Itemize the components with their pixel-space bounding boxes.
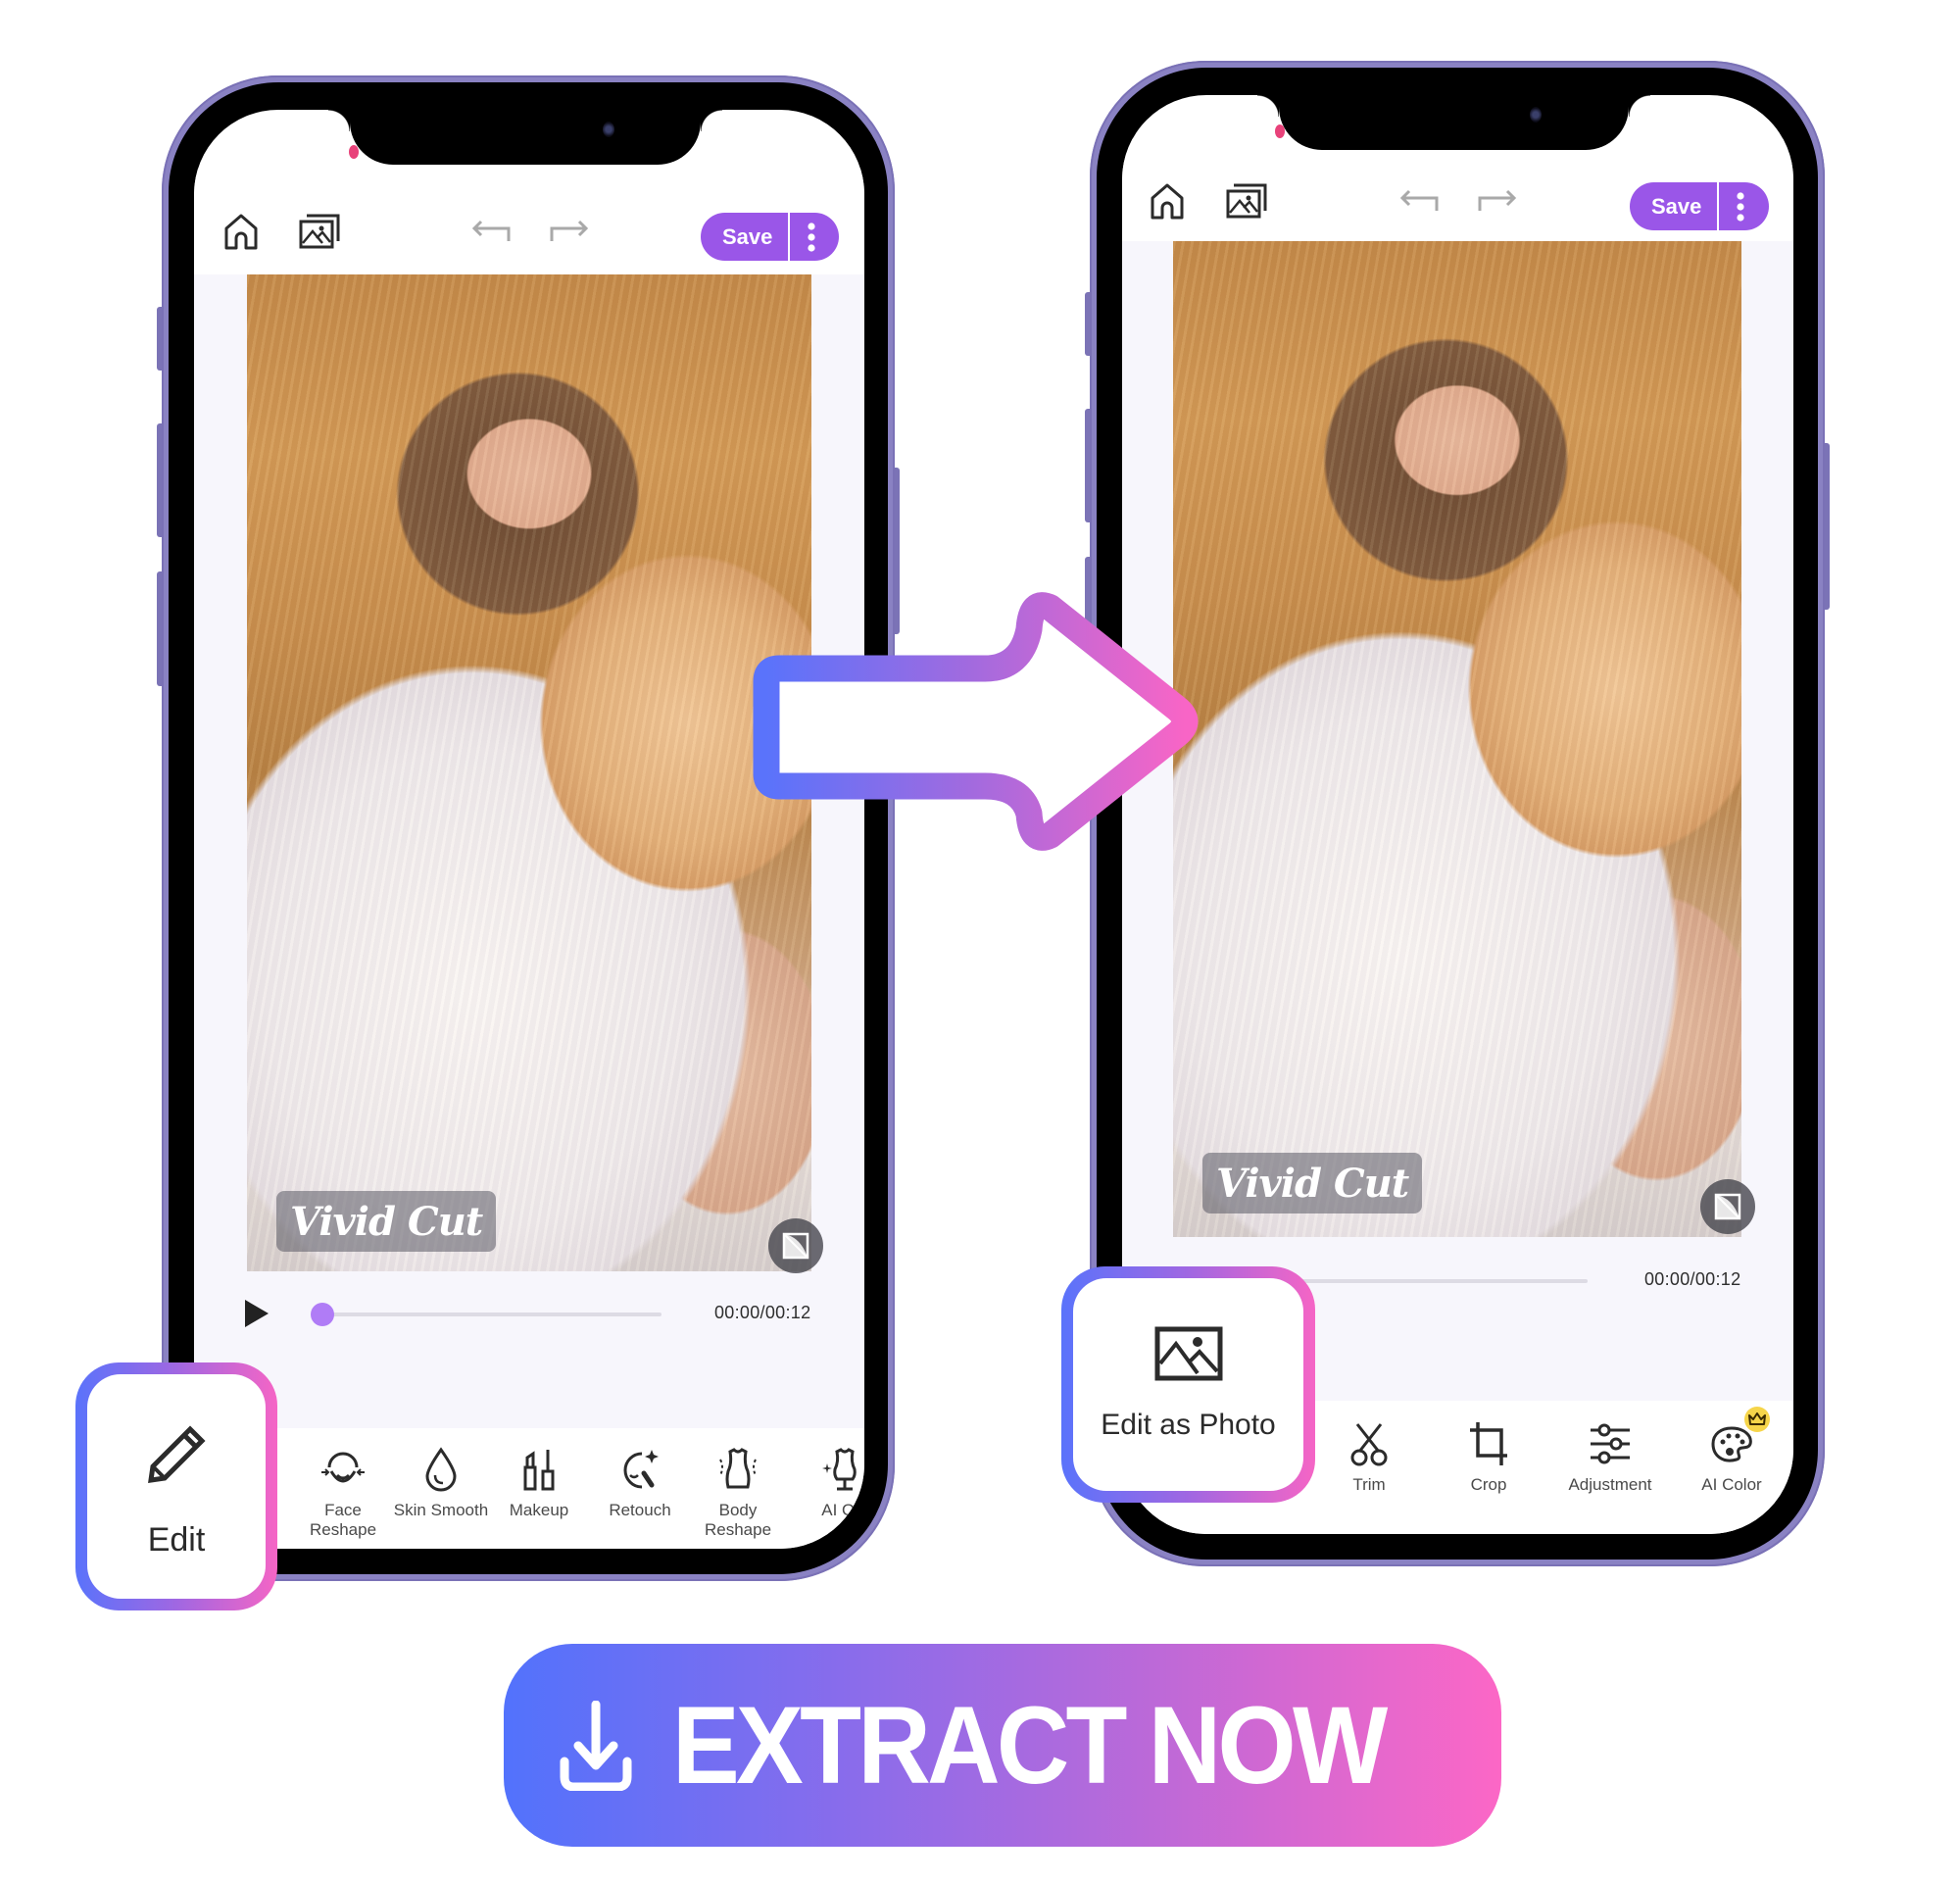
edit-callout[interactable]: Edit: [75, 1362, 277, 1610]
crown-icon: [1748, 1412, 1766, 1425]
compare-icon: [782, 1232, 809, 1260]
tool-label: AI Color: [1701, 1475, 1762, 1494]
tool-ai-outfit[interactable]: AI Ou: [789, 1446, 864, 1520]
edit-button[interactable]: Edit: [87, 1374, 266, 1599]
skin-smooth-icon: [425, 1447, 457, 1492]
gallery-icon: [1226, 183, 1267, 219]
compare-button[interactable]: [1700, 1179, 1755, 1234]
ai-outfit-icon: [822, 1448, 857, 1491]
tool-makeup[interactable]: Makeup: [485, 1446, 593, 1520]
more-options-button[interactable]: [790, 213, 833, 261]
time-readout: 00:00/00:12: [1644, 1269, 1741, 1289]
phone-notch: [1257, 95, 1650, 150]
tool-retouch[interactable]: Retouch: [586, 1446, 694, 1520]
undo-icon: [1399, 189, 1439, 211]
tool-crop[interactable]: Crop: [1435, 1420, 1543, 1495]
tool-label: Body Reshape: [704, 1501, 772, 1539]
more-vertical-icon: [808, 222, 815, 252]
tool-label: Adjustment: [1568, 1475, 1652, 1494]
tool-label: Retouch: [609, 1501, 671, 1519]
camera-icon: [1530, 107, 1542, 123]
tool-adjustment[interactable]: Adjustment: [1556, 1420, 1664, 1495]
extract-now-label: EXTRACT NOW: [672, 1683, 1388, 1807]
save-button-group: Save: [701, 213, 839, 261]
redo-button[interactable]: [1475, 185, 1518, 215]
redo-icon: [1478, 189, 1517, 211]
arrow-right-icon: [753, 592, 1199, 851]
more-options-button[interactable]: [1719, 182, 1762, 230]
edit-as-photo-callout[interactable]: Edit as Photo: [1061, 1266, 1315, 1503]
tool-body-reshape[interactable]: Body Reshape: [684, 1446, 792, 1540]
face-reshape-icon: [321, 1452, 365, 1483]
undo-icon: [471, 220, 511, 241]
premium-badge: [1744, 1407, 1770, 1432]
play-button[interactable]: [245, 1300, 269, 1327]
redo-button[interactable]: [547, 216, 590, 245]
makeup-icon: [523, 1450, 555, 1491]
save-button-group: Save: [1630, 182, 1769, 230]
tool-skin-smooth[interactable]: Skin Smooth: [387, 1446, 495, 1520]
tool-ai-color[interactable]: AI Color: [1678, 1407, 1786, 1495]
editor-header: Save: [194, 169, 864, 286]
sliders-icon: [1591, 1423, 1630, 1464]
gallery-button[interactable]: [1224, 181, 1269, 221]
home-button[interactable]: [1148, 181, 1187, 221]
home-button[interactable]: [221, 212, 261, 251]
recording-dot: [349, 145, 359, 159]
tool-label: Skin Smooth: [393, 1501, 489, 1519]
image-icon: [1154, 1326, 1222, 1380]
save-button[interactable]: Save: [701, 213, 791, 261]
preview-area: Vivid Cut 00:00/00:12: [1122, 241, 1793, 1401]
watermark[interactable]: Vivid Cut: [276, 1191, 497, 1252]
edit-as-photo-label: Edit as Photo: [1101, 1408, 1276, 1441]
download-icon: [560, 1700, 632, 1791]
scissors-icon: [1350, 1423, 1388, 1466]
save-button[interactable]: Save: [1630, 182, 1720, 230]
tool-trim[interactable]: Trim: [1315, 1420, 1423, 1495]
editor-header: Save: [1122, 138, 1793, 256]
camera-icon: [603, 122, 614, 137]
phone-notch: [328, 110, 722, 165]
timeline-track[interactable]: [323, 1312, 662, 1316]
undo-button[interactable]: [470, 216, 514, 245]
undo-button[interactable]: [1398, 185, 1442, 215]
video-preview[interactable]: Vivid Cut: [247, 274, 811, 1271]
more-vertical-icon: [1737, 191, 1744, 222]
edit-label: Edit: [147, 1521, 206, 1559]
tool-label: Trim: [1352, 1475, 1386, 1494]
tool-label: AI Ou: [821, 1501, 864, 1519]
compare-icon: [1714, 1193, 1741, 1220]
crop-icon: [1470, 1422, 1507, 1465]
watermark[interactable]: Vivid Cut: [1202, 1153, 1423, 1213]
gallery-icon: [299, 214, 340, 249]
time-readout: 00:00/00:12: [714, 1303, 811, 1322]
home-icon: [1151, 183, 1184, 220]
edit-toolbar: Face Reshape Skin Smooth Makeup Retouch …: [194, 1428, 864, 1549]
video-preview[interactable]: Vivid Cut: [1173, 241, 1741, 1237]
tool-label: Makeup: [509, 1501, 569, 1519]
compare-button[interactable]: [768, 1218, 823, 1273]
tool-label: Crop: [1470, 1475, 1507, 1494]
body-reshape-icon: [719, 1448, 757, 1489]
timeline-knob[interactable]: [311, 1303, 334, 1326]
extract-now-button[interactable]: EXTRACT NOW: [504, 1644, 1501, 1847]
home-icon: [224, 214, 258, 250]
tool-face-reshape[interactable]: Face Reshape: [289, 1446, 397, 1540]
retouch-icon: [623, 1450, 659, 1489]
gallery-button[interactable]: [297, 212, 342, 251]
tool-label: Face Reshape: [309, 1501, 377, 1539]
edit-as-photo-button[interactable]: Edit as Photo: [1073, 1278, 1303, 1491]
pencil-icon: [148, 1425, 206, 1483]
redo-icon: [550, 220, 589, 241]
